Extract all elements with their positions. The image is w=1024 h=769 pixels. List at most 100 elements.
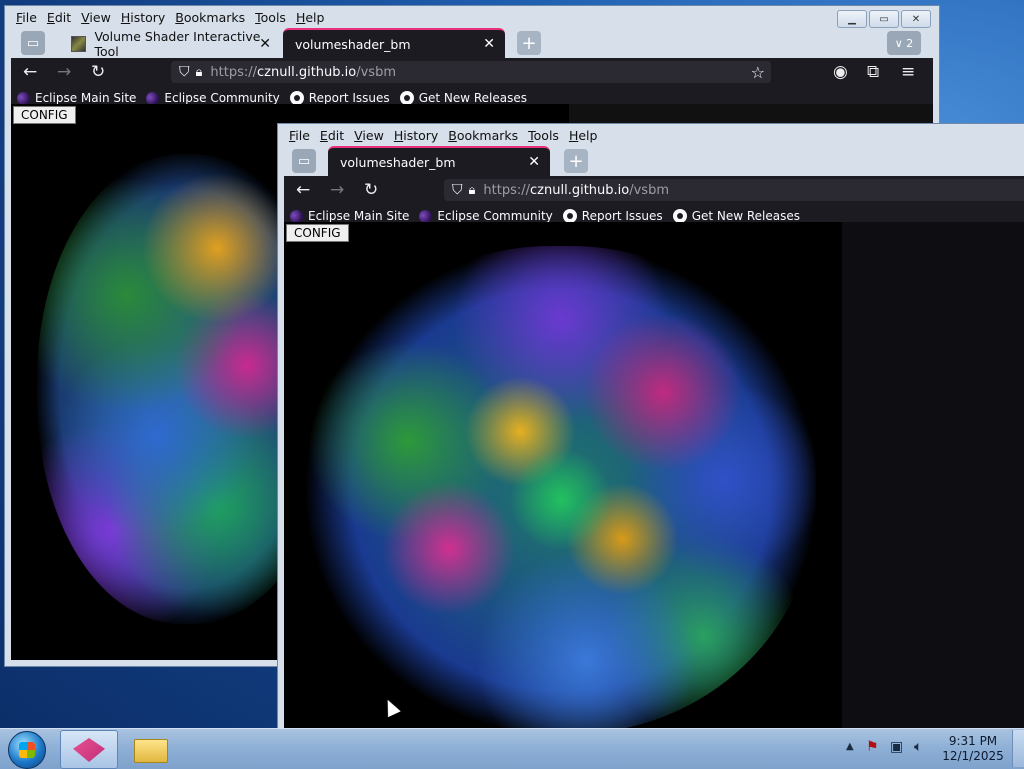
menu-history[interactable]: History [389, 128, 443, 143]
show-desktop-button[interactable] [1012, 730, 1024, 767]
menu-history[interactable]: History [116, 10, 170, 25]
bookmark-eclipse-main-site[interactable]: Eclipse Main Site [290, 209, 409, 223]
eclipse-icon [419, 209, 433, 223]
github-icon [672, 209, 687, 223]
lock-icon[interactable]: 🔒︎ [196, 65, 203, 80]
network-icon[interactable]: ▣ [890, 739, 903, 755]
url-host: cznull.github.io [257, 64, 357, 80]
tab-label: volumeshader_bm [340, 154, 456, 170]
menu-edit[interactable]: Edit [42, 10, 76, 25]
minimize-button[interactable]: ▁ [837, 10, 867, 28]
menu-file[interactable]: File [11, 10, 42, 25]
bookmark-label: Report Issues [308, 91, 390, 105]
tab-favicon [71, 36, 87, 52]
back-arrow-icon[interactable]: ← [23, 62, 37, 82]
menu-view[interactable]: View [349, 128, 389, 143]
menu-bar: File Edit View History Bookmarks Tools H… [5, 6, 939, 28]
volume-muted-icon[interactable]: 🔈︎ [914, 739, 922, 755]
tab-strip: ▭ Volume Shader Interactive Tool ✕ volum… [5, 28, 939, 59]
bookmark-label: Get New Releases [691, 209, 801, 223]
close-tab-icon[interactable]: ✕ [528, 154, 540, 170]
action-center-flag-icon[interactable]: ⚑ [866, 739, 879, 755]
menu-help[interactable]: Help [564, 128, 603, 143]
url-scheme: https:// [210, 64, 258, 80]
windows-logo-icon [19, 742, 35, 758]
menu-help[interactable]: Help [291, 10, 330, 25]
bookmark-label: Get New Releases [418, 91, 528, 105]
bookmark-label: Report Issues [581, 209, 663, 223]
clock-date: 12/1/2025 [942, 749, 1004, 763]
front-browser-window[interactable]: File Edit View History Bookmarks Tools H… [277, 123, 1024, 734]
github-icon [399, 91, 414, 105]
window-controls: ▁ ▭ ✕ [837, 10, 931, 28]
start-button[interactable] [8, 731, 46, 769]
tab-volume-shader[interactable]: Volume Shader Interactive Tool ✕ [63, 29, 281, 59]
shield-icon[interactable]: ⛉ [452, 182, 463, 198]
taskbar-eclipse-app[interactable] [60, 730, 118, 769]
maximize-button[interactable]: ▭ [869, 10, 899, 28]
tab-label: volumeshader_bm [295, 36, 411, 52]
eclipse-icon [146, 91, 160, 105]
bookmark-eclipse-community[interactable]: Eclipse Community [146, 91, 280, 105]
close-window-button[interactable]: ✕ [901, 10, 931, 28]
page-side-panel [842, 222, 1024, 734]
app-logo-icon [73, 738, 105, 762]
account-icon[interactable]: ◉ [833, 62, 848, 82]
firefox-view-icon[interactable]: ▭ [292, 149, 316, 173]
url-path: /vsbm [629, 182, 669, 198]
system-clock[interactable]: 9:31 PM 12/1/2025 [940, 734, 1006, 764]
tab-volumeshader-bm[interactable]: volumeshader_bm ✕ [283, 28, 505, 58]
url-bar[interactable]: ⛉ 🔒︎ https://cznull.github.io/vsbm ☆ [171, 61, 771, 83]
bookmark-label: Eclipse Community [437, 209, 553, 223]
url-bar[interactable]: ⛉ 🔒︎ https://cznull.github.io/vsbm [444, 179, 1024, 201]
reload-icon[interactable]: ↻ [364, 180, 378, 200]
url-path: /vsbm [356, 64, 396, 80]
taskbar-file-explorer[interactable] [132, 733, 168, 763]
url-scheme: https:// [483, 182, 531, 198]
new-tab-button[interactable]: + [517, 31, 541, 55]
tab-strip: ▭ volumeshader_bm ✕ + [278, 146, 1024, 176]
show-hidden-icons-icon[interactable]: ▲ [846, 741, 854, 752]
menu-file[interactable]: File [284, 128, 315, 143]
fractal-render [306, 246, 816, 734]
menu-hamburger-icon[interactable]: ≡ [901, 62, 915, 82]
bookmark-eclipse-main-site[interactable]: Eclipse Main Site [17, 91, 136, 105]
firefox-view-icon[interactable]: ▭ [21, 31, 45, 55]
github-icon [289, 91, 304, 105]
forward-arrow-icon[interactable]: → [330, 180, 344, 200]
bookmark-eclipse-community[interactable]: Eclipse Community [419, 209, 553, 223]
star-bookmark-icon[interactable]: ☆ [751, 63, 765, 82]
menu-bar: File Edit View History Bookmarks Tools H… [278, 124, 1024, 146]
tab-volumeshader-bm[interactable]: volumeshader_bm ✕ [328, 146, 550, 176]
back-arrow-icon[interactable]: ← [296, 180, 310, 200]
lock-icon[interactable]: 🔒︎ [469, 183, 476, 198]
list-all-tabs-button[interactable]: ∨ 2 [887, 31, 921, 55]
config-button[interactable]: CONFIG [13, 106, 76, 124]
menu-bookmarks[interactable]: Bookmarks [443, 128, 523, 143]
extensions-icon[interactable]: ⧉ [867, 62, 879, 82]
menu-bookmarks[interactable]: Bookmarks [170, 10, 250, 25]
eclipse-icon [17, 91, 30, 105]
menu-tools[interactable]: Tools [250, 10, 291, 25]
eclipse-icon [290, 209, 303, 223]
menu-view[interactable]: View [76, 10, 116, 25]
bookmark-report-issues[interactable]: Report Issues [562, 209, 663, 223]
tab-label: Volume Shader Interactive Tool [94, 29, 261, 59]
menu-tools[interactable]: Tools [523, 128, 564, 143]
forward-arrow-icon[interactable]: → [57, 62, 71, 82]
close-tab-icon[interactable]: ✕ [483, 36, 495, 52]
bookmark-label: Eclipse Main Site [35, 91, 137, 105]
page-content[interactable]: CONFIG [284, 222, 1024, 734]
bookmark-get-new-releases[interactable]: Get New Releases [672, 209, 801, 223]
bookmark-get-new-releases[interactable]: Get New Releases [399, 91, 528, 105]
url-host: cznull.github.io [530, 182, 630, 198]
config-button[interactable]: CONFIG [286, 224, 349, 242]
shield-icon[interactable]: ⛉ [179, 64, 190, 80]
bookmark-label: Eclipse Community [164, 91, 280, 105]
navigation-toolbar: ← → ↻ ⛉ 🔒︎ https://cznull.github.io/vsbm… [11, 58, 933, 86]
menu-edit[interactable]: Edit [315, 128, 349, 143]
new-tab-button[interactable]: + [564, 149, 588, 173]
reload-icon[interactable]: ↻ [91, 62, 105, 82]
close-tab-icon[interactable]: ✕ [259, 36, 271, 52]
bookmark-report-issues[interactable]: Report Issues [289, 91, 390, 105]
